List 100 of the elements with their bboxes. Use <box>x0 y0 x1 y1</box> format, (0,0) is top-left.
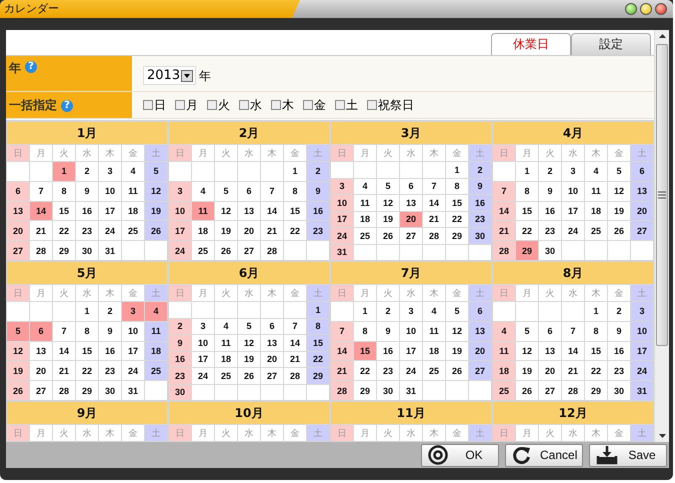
day-cell[interactable]: 27 <box>7 241 29 260</box>
day-cell[interactable]: 23 <box>539 221 561 240</box>
window-control-button[interactable] <box>625 3 637 15</box>
day-cell[interactable]: 20 <box>469 342 491 360</box>
day-cell[interactable]: 6 <box>7 182 29 201</box>
day-cell[interactable]: 27 <box>539 381 561 400</box>
day-cell[interactable]: 23 <box>307 221 329 240</box>
day-cell[interactable]: 11 <box>354 195 376 210</box>
day-cell[interactable]: 13 <box>30 342 52 360</box>
day-cell[interactable]: 3 <box>169 182 191 201</box>
day-cell[interactable]: 1 <box>585 302 607 321</box>
day-cell[interactable]: 5 <box>215 182 237 201</box>
day-cell[interactable]: 29 <box>585 381 607 400</box>
day-cell[interactable]: 17 <box>400 342 422 360</box>
day-cell[interactable]: 23 <box>377 361 399 380</box>
day-cell[interactable]: 18 <box>215 352 237 367</box>
day-cell[interactable]: 19 <box>145 202 167 220</box>
day-cell[interactable]: 12 <box>608 182 630 201</box>
day-cell[interactable]: 7 <box>30 182 52 201</box>
day-cell[interactable]: 15 <box>446 195 468 210</box>
help-icon[interactable]: ? <box>61 100 73 112</box>
checkbox[interactable] <box>367 100 377 110</box>
day-cell[interactable]: 6 <box>400 178 422 194</box>
day-cell[interactable]: 22 <box>76 361 98 380</box>
day-cell[interactable]: 23 <box>608 361 630 380</box>
day-cell[interactable]: 7 <box>261 182 283 201</box>
day-cell[interactable]: 20 <box>539 361 561 380</box>
day-cell[interactable]: 8 <box>307 318 329 334</box>
day-cell[interactable]: 26 <box>238 368 260 384</box>
day-cell[interactable]: 5 <box>377 178 399 194</box>
day-cell[interactable]: 13 <box>7 202 29 220</box>
day-cell[interactable]: 28 <box>331 381 353 400</box>
day-cell[interactable]: 24 <box>99 221 121 240</box>
day-cell[interactable]: 23 <box>99 361 121 380</box>
scroll-thumb[interactable] <box>656 44 668 346</box>
checkbox[interactable] <box>143 100 153 110</box>
day-cell[interactable]: 25 <box>493 381 515 400</box>
day-cell[interactable]: 20 <box>238 221 260 240</box>
day-cell[interactable]: 19 <box>7 361 29 380</box>
day-cell[interactable]: 20 <box>261 352 283 367</box>
day-cell[interactable]: 12 <box>215 202 237 220</box>
tab[interactable]: 設定 <box>571 33 651 55</box>
day-cell[interactable]: 22 <box>354 361 376 380</box>
day-cell[interactable]: 18 <box>354 212 376 227</box>
day-cell[interactable]: 24 <box>192 368 214 384</box>
day-cell[interactable]: 19 <box>238 352 260 367</box>
day-cell[interactable]: 24 <box>122 361 144 380</box>
day-cell[interactable]: 19 <box>215 221 237 240</box>
day-cell[interactable]: 11 <box>215 335 237 350</box>
day-cell[interactable]: 6 <box>539 322 561 341</box>
day-cell[interactable]: 14 <box>284 335 306 350</box>
day-cell[interactable]: 21 <box>53 361 75 380</box>
day-cell[interactable]: 14 <box>562 342 584 360</box>
day-cell[interactable]: 6 <box>261 318 283 334</box>
day-cell[interactable]: 12 <box>145 182 167 201</box>
day-cell[interactable]: 25 <box>354 228 376 244</box>
checkbox-label[interactable]: 木 <box>282 96 294 114</box>
day-cell[interactable]: 4 <box>423 302 445 321</box>
checkbox[interactable] <box>303 100 313 110</box>
day-cell[interactable]: 26 <box>377 228 399 244</box>
day-cell[interactable]: 1 <box>76 302 98 321</box>
day-cell[interactable]: 22 <box>53 221 75 240</box>
day-cell[interactable]: 18 <box>192 221 214 240</box>
checkbox-label[interactable]: 月 <box>186 96 198 114</box>
day-cell[interactable]: 28 <box>493 241 515 260</box>
day-cell[interactable]: 4 <box>354 178 376 194</box>
day-cell[interactable]: 29 <box>354 381 376 400</box>
day-cell[interactable]: 12 <box>7 342 29 360</box>
day-cell[interactable]: 26 <box>7 381 29 400</box>
day-cell[interactable]: 14 <box>331 342 353 360</box>
day-cell[interactable]: 26 <box>145 221 167 240</box>
day-cell[interactable]: 16 <box>377 342 399 360</box>
day-cell[interactable]: 2 <box>76 162 98 181</box>
day-cell[interactable]: 17 <box>122 342 144 360</box>
tab[interactable]: 休業日 <box>491 33 571 55</box>
day-cell[interactable]: 27 <box>400 228 422 244</box>
day-cell[interactable]: 21 <box>30 221 52 240</box>
day-cell[interactable]: 6 <box>238 182 260 201</box>
day-cell[interactable]: 12 <box>516 342 538 360</box>
day-cell[interactable]: 31 <box>122 381 144 400</box>
day-cell[interactable]: 1 <box>53 162 75 181</box>
day-cell[interactable]: 17 <box>169 221 191 240</box>
day-cell[interactable]: 7 <box>331 322 353 341</box>
day-cell[interactable]: 9 <box>377 322 399 341</box>
day-cell[interactable]: 16 <box>307 202 329 220</box>
day-cell[interactable]: 27 <box>238 241 260 260</box>
day-cell[interactable]: 10 <box>99 182 121 201</box>
checkbox[interactable] <box>271 100 281 110</box>
day-cell[interactable]: 1 <box>516 162 538 181</box>
day-cell[interactable]: 12 <box>377 195 399 210</box>
day-cell[interactable]: 8 <box>585 322 607 341</box>
day-cell[interactable]: 30 <box>469 228 491 244</box>
day-cell[interactable]: 28 <box>30 241 52 260</box>
day-cell[interactable]: 10 <box>192 335 214 350</box>
day-cell[interactable]: 30 <box>539 241 561 260</box>
day-cell[interactable]: 25 <box>423 361 445 380</box>
day-cell[interactable]: 3 <box>122 302 144 321</box>
day-cell[interactable]: 5 <box>516 322 538 341</box>
day-cell[interactable]: 4 <box>215 318 237 334</box>
day-cell[interactable]: 8 <box>53 182 75 201</box>
